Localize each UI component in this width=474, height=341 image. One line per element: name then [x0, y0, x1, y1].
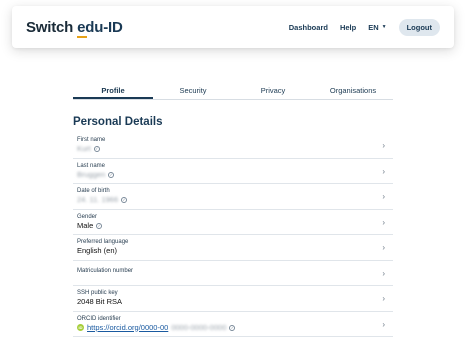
detail-label: Date of birth: [77, 188, 110, 194]
detail-row-gender[interactable]: Gender Male ✓ ›: [73, 210, 393, 235]
detail-value: iD https://orcid.org/0000-00 0000-0000-0…: [77, 323, 389, 333]
top-header: Switch edu-ID Dashboard Help EN ▼ Logout: [12, 6, 454, 48]
detail-label: Preferred language: [77, 239, 129, 245]
profile-tabs: Profile Security Privacy Organisations: [73, 84, 393, 100]
detail-label: ORCID identifier: [77, 315, 121, 322]
dob-value: 24. 11. 1966: [77, 195, 119, 204]
header-nav: Dashboard Help EN ▼ Logout: [289, 18, 440, 36]
chevron-right-icon: ›: [382, 166, 385, 176]
language-label: EN: [368, 22, 379, 32]
tab-security[interactable]: Security: [153, 84, 233, 99]
detail-row-orcid[interactable]: ORCID identifier iD https://orcid.org/00…: [73, 312, 393, 337]
detail-row-matriculation[interactable]: Matriculation number ›: [73, 261, 393, 286]
detail-label: Gender: [77, 213, 98, 220]
tab-privacy[interactable]: Privacy: [233, 84, 313, 99]
check-circle-icon: ✓: [229, 324, 236, 331]
chevron-right-icon: ›: [382, 319, 385, 329]
chevron-right-icon: ›: [382, 192, 385, 201]
logo-eduid-label: edu-ID: [77, 18, 123, 36]
orcid-icon: iD: [77, 324, 84, 331]
detail-value: 2048 Bit RSA: [77, 297, 389, 307]
detail-value: English (en): [77, 246, 389, 256]
logout-button[interactable]: Logout: [398, 18, 440, 36]
chevron-right-icon: ›: [382, 243, 385, 252]
tab-organisations[interactable]: Organisations: [313, 84, 393, 99]
detail-value: Kurt ✓: [77, 144, 389, 154]
caret-down-icon: ▼: [381, 24, 387, 30]
language-selector[interactable]: EN ▼: [368, 23, 386, 32]
detail-row-date-of-birth[interactable]: Date of birth 24. 11. 1966 ✓ ›: [73, 184, 393, 210]
personal-details-list: First name Kurt ✓ › Last name Bruggen ✓ …: [73, 133, 393, 337]
chevron-right-icon: ›: [382, 268, 385, 278]
check-circle-icon: ✓: [121, 197, 128, 203]
switch-eduid-logo[interactable]: Switch edu-ID: [26, 18, 123, 38]
ssh-value: 2048 Bit RSA: [77, 297, 123, 306]
detail-value: Bruggen ✓: [77, 170, 389, 180]
detail-label: SSH public key: [77, 290, 118, 296]
detail-label: Last name: [77, 162, 106, 169]
detail-row-first-name[interactable]: First name Kurt ✓ ›: [73, 133, 393, 159]
tab-profile[interactable]: Profile: [73, 84, 153, 99]
check-circle-icon: ✓: [108, 171, 115, 178]
detail-label: Matriculation number: [77, 267, 134, 274]
logo-eduid-text: edu-ID: [77, 18, 123, 38]
dashboard-link[interactable]: Dashboard: [289, 23, 328, 32]
detail-row-preferred-language[interactable]: Preferred language English (en) ›: [73, 235, 393, 261]
last-name-value: Bruggen: [77, 169, 106, 179]
orcid-blurred: 0000-0000-0000: [171, 322, 227, 332]
detail-value: 24. 11. 1966 ✓: [77, 195, 389, 205]
section-title: Personal Details: [73, 116, 163, 128]
chevron-right-icon: ›: [382, 217, 385, 227]
check-circle-icon: ✓: [96, 222, 103, 229]
orcid-link[interactable]: https://orcid.org/0000-00: [87, 323, 168, 333]
check-circle-icon: ✓: [93, 146, 100, 152]
chevron-right-icon: ›: [382, 294, 385, 303]
gender-value: Male: [77, 220, 94, 230]
language-value: English (en): [77, 246, 118, 255]
logo-switch-text: Switch: [26, 18, 74, 36]
first-name-value: Kurt: [77, 144, 91, 153]
detail-row-ssh-key[interactable]: SSH public key 2048 Bit RSA ›: [73, 286, 393, 312]
chevron-right-icon: ›: [382, 141, 385, 150]
help-link[interactable]: Help: [340, 23, 356, 32]
detail-row-last-name[interactable]: Last name Bruggen ✓ ›: [73, 159, 393, 184]
logo-underline: [77, 35, 87, 38]
detail-label: First name: [77, 137, 106, 143]
detail-value: Male ✓: [77, 221, 389, 231]
